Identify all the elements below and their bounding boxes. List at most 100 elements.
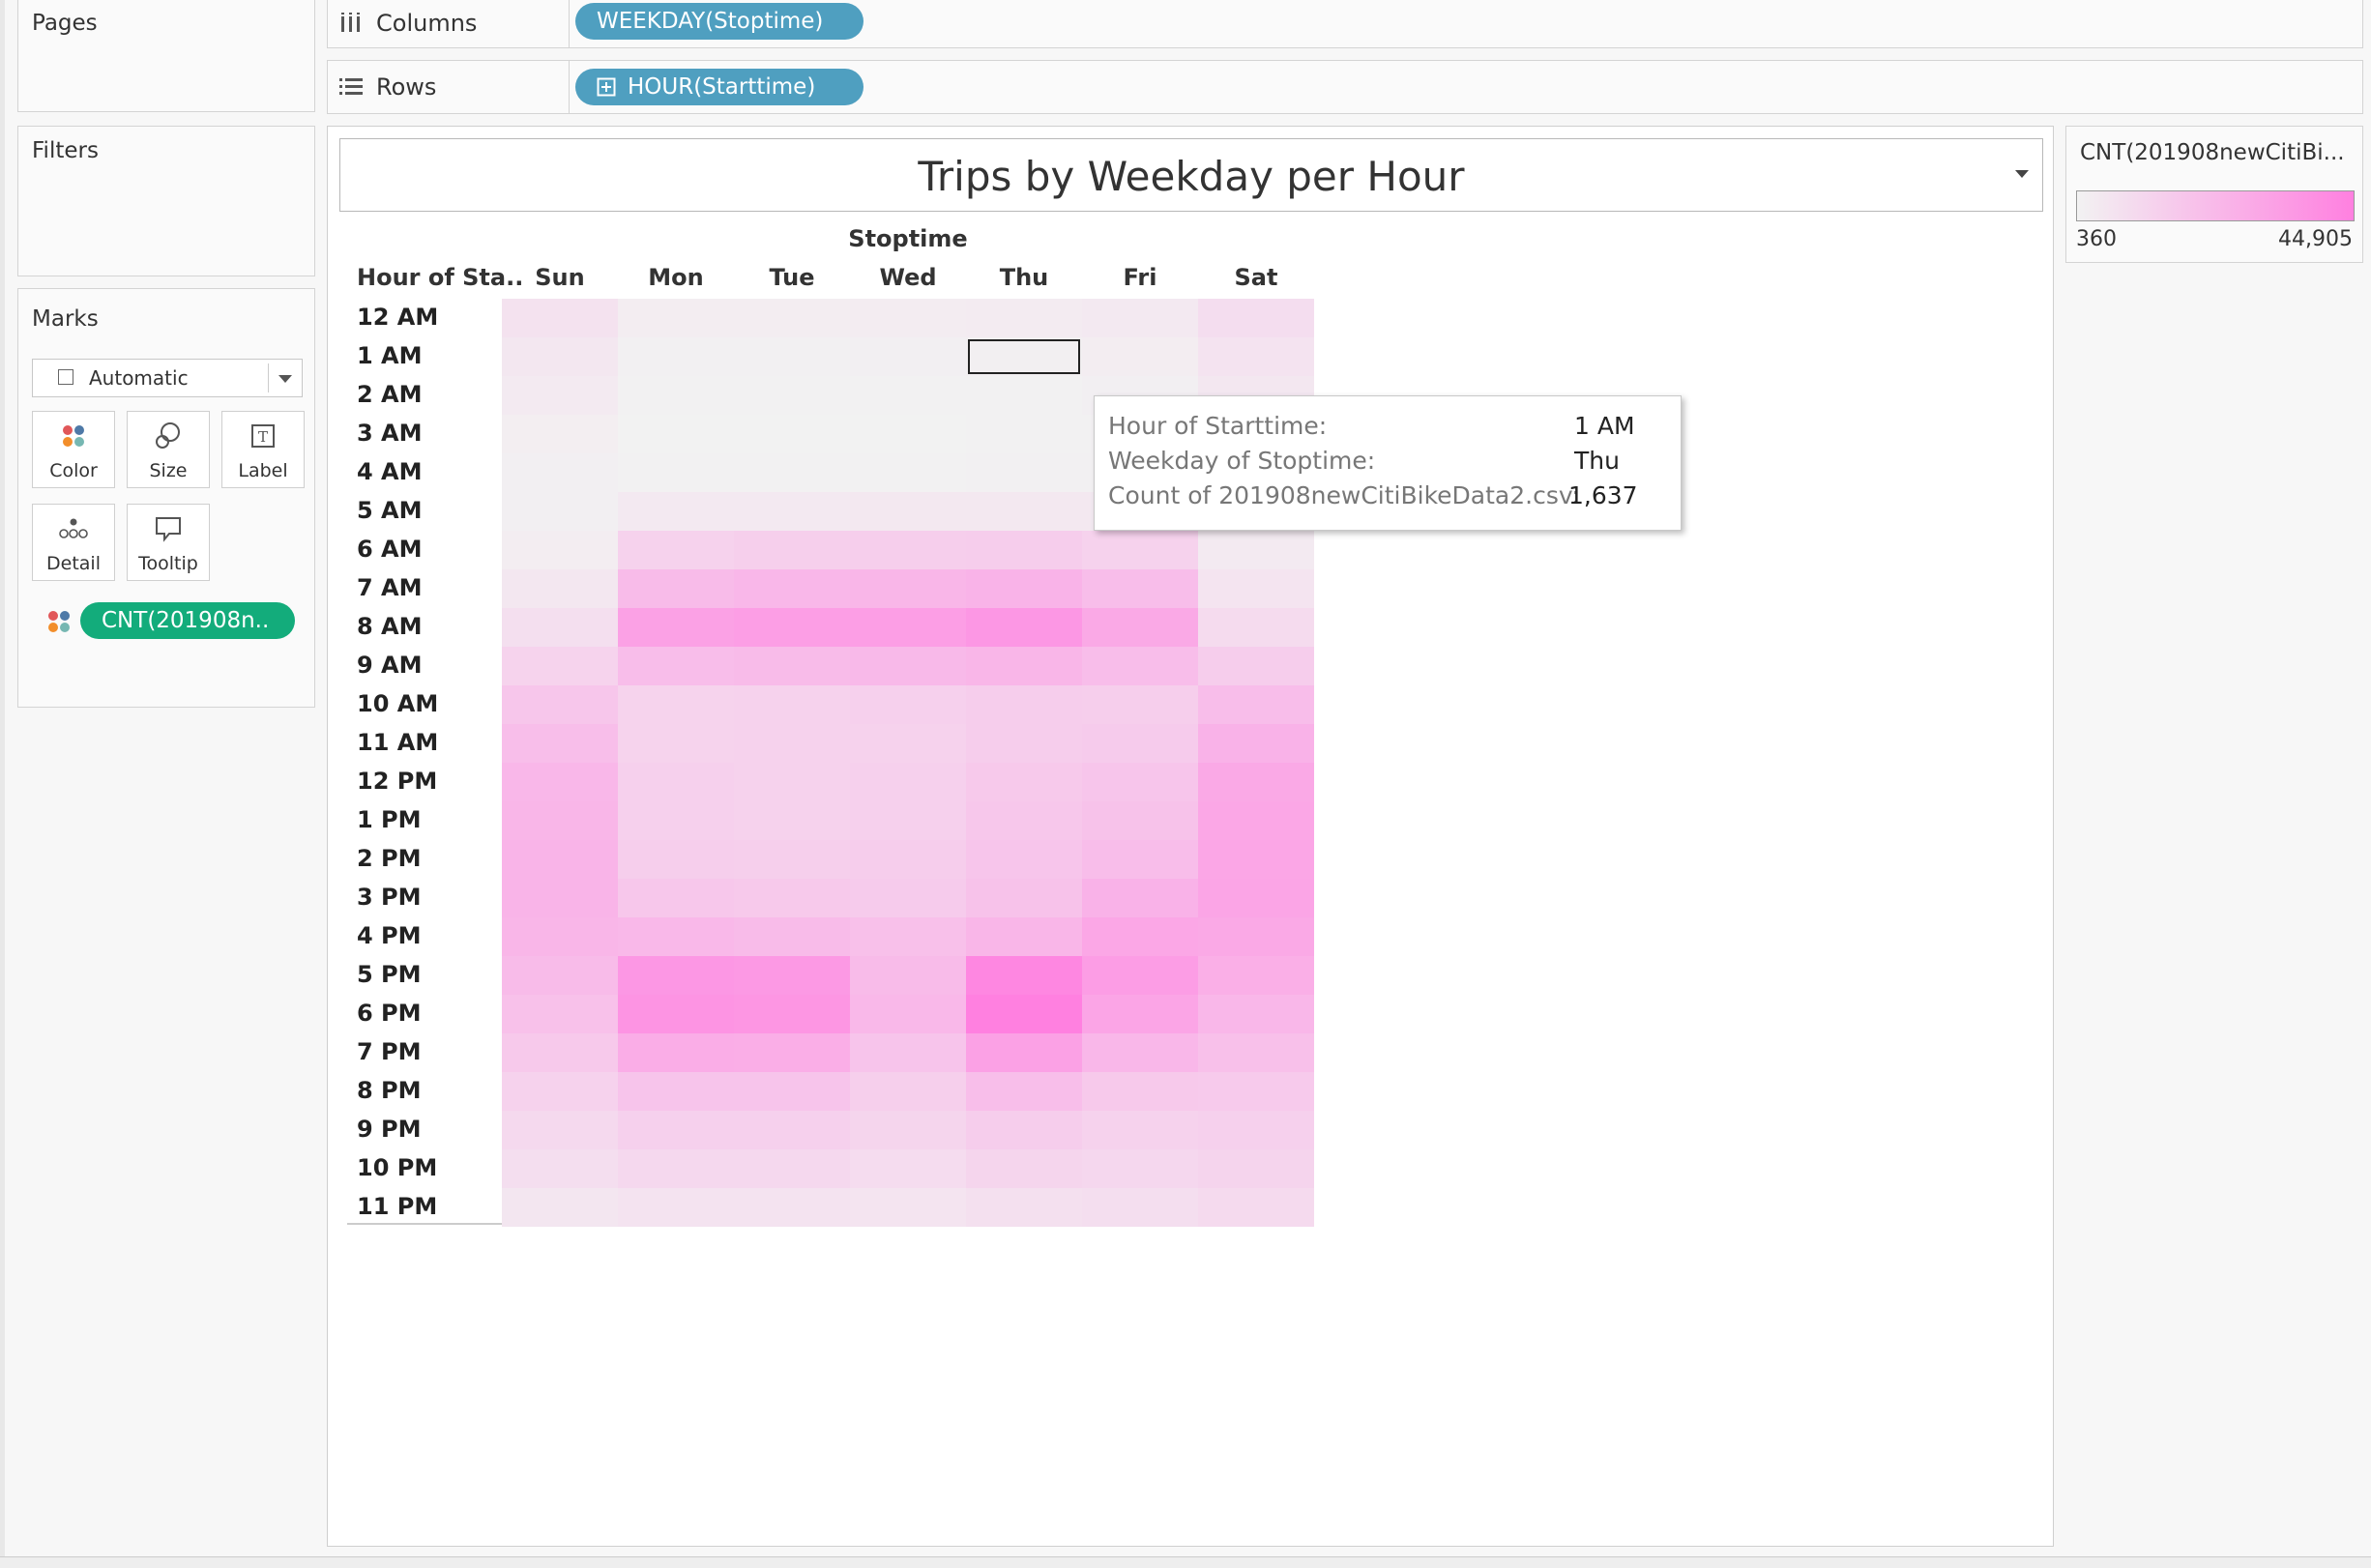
heatmap-cell[interactable]	[1198, 1188, 1314, 1227]
row-header-7-pm[interactable]: 7 PM	[357, 1038, 422, 1065]
heatmap-cell[interactable]	[734, 492, 850, 531]
row-header-11-pm[interactable]: 11 PM	[357, 1193, 437, 1220]
heatmap-cell[interactable]	[618, 917, 734, 956]
heatmap-cell[interactable]	[1082, 956, 1198, 995]
columns-field-pill[interactable]: WEEKDAY(Stoptime)	[575, 3, 864, 40]
heatmap-cell[interactable]	[1198, 956, 1314, 995]
heatmap-cell[interactable]	[1082, 569, 1198, 608]
heatmap-cell[interactable]	[850, 956, 966, 995]
heatmap-cell[interactable]	[850, 995, 966, 1033]
row-header-9-am[interactable]: 9 AM	[357, 652, 423, 679]
heatmap-cell[interactable]	[1198, 763, 1314, 801]
heatmap-cell[interactable]	[966, 376, 1082, 415]
row-header-10-am[interactable]: 10 AM	[357, 690, 438, 717]
heatmap-cell[interactable]	[850, 724, 966, 763]
heatmap-cell[interactable]	[1082, 299, 1198, 337]
heatmap-cell[interactable]	[502, 801, 618, 840]
heatmap-cell[interactable]	[734, 879, 850, 917]
heatmap-cell[interactable]	[1198, 840, 1314, 879]
row-header-9-pm[interactable]: 9 PM	[357, 1116, 422, 1143]
heatmap-cell[interactable]	[734, 415, 850, 453]
heatmap-cell[interactable]	[502, 376, 618, 415]
heatmap-cell[interactable]	[734, 724, 850, 763]
heatmap-cell[interactable]	[502, 1111, 618, 1149]
heatmap-cell[interactable]	[850, 337, 966, 376]
heatmap-cell[interactable]	[966, 995, 1082, 1033]
heatmap-cell[interactable]	[618, 492, 734, 531]
heatmap-cell[interactable]	[618, 376, 734, 415]
row-header-12-pm[interactable]: 12 PM	[357, 768, 437, 795]
heatmap-cell[interactable]	[1198, 1033, 1314, 1072]
detail-card[interactable]: Detail	[32, 504, 115, 581]
heatmap-cell[interactable]	[850, 763, 966, 801]
heatmap-cell[interactable]	[502, 840, 618, 879]
heatmap-cell[interactable]	[618, 299, 734, 337]
columns-shelf[interactable]: Columns WEEKDAY(Stoptime)	[327, 0, 2363, 48]
heatmap-cell[interactable]	[734, 569, 850, 608]
heatmap-cell[interactable]	[966, 724, 1082, 763]
heatmap-cell[interactable]	[734, 763, 850, 801]
row-header-8-pm[interactable]: 8 PM	[357, 1077, 422, 1104]
row-header-3-am[interactable]: 3 AM	[357, 420, 423, 447]
heatmap-cell[interactable]	[1198, 337, 1314, 376]
heatmap-cell[interactable]	[502, 453, 618, 492]
heatmap-cell[interactable]	[850, 1033, 966, 1072]
heatmap-cell[interactable]	[1198, 1149, 1314, 1188]
row-header-5-pm[interactable]: 5 PM	[357, 961, 422, 988]
heatmap-cell[interactable]	[618, 415, 734, 453]
heatmap-cell[interactable]	[734, 685, 850, 724]
row-header-5-am[interactable]: 5 AM	[357, 497, 423, 524]
heatmap-cell[interactable]	[734, 840, 850, 879]
heatmap-cell[interactable]	[966, 685, 1082, 724]
row-header-2-am[interactable]: 2 AM	[357, 381, 423, 408]
heatmap-cell[interactable]	[502, 569, 618, 608]
heatmap-cell[interactable]	[618, 453, 734, 492]
heatmap-cell[interactable]	[966, 299, 1082, 337]
heatmap-cell[interactable]	[966, 531, 1082, 569]
heatmap-cell[interactable]	[734, 337, 850, 376]
row-header-12-am[interactable]: 12 AM	[357, 304, 438, 331]
row-header-2-pm[interactable]: 2 PM	[357, 845, 422, 872]
tooltip-card[interactable]: Tooltip	[127, 504, 210, 581]
heatmap-cell[interactable]	[734, 376, 850, 415]
heatmap-cell[interactable]	[618, 724, 734, 763]
heatmap-cell[interactable]	[850, 453, 966, 492]
filters-panel[interactable]: Filters	[17, 126, 315, 276]
heatmap-cell[interactable]	[850, 299, 966, 337]
heatmap-cell[interactable]	[734, 801, 850, 840]
heatmap-cell[interactable]	[850, 685, 966, 724]
heatmap-cell[interactable]	[618, 1111, 734, 1149]
heatmap-cell-selected[interactable]	[966, 337, 1082, 376]
heatmap-cell[interactable]	[618, 531, 734, 569]
heatmap-cell[interactable]	[502, 1188, 618, 1227]
size-card[interactable]: Size	[127, 411, 210, 488]
heatmap-cell[interactable]	[502, 299, 618, 337]
row-header-10-pm[interactable]: 10 PM	[357, 1154, 437, 1181]
heatmap-cell[interactable]	[1198, 685, 1314, 724]
label-card[interactable]: T Label	[221, 411, 305, 488]
heatmap-cell[interactable]	[618, 956, 734, 995]
heatmap-cell[interactable]	[1082, 995, 1198, 1033]
heatmap-cell[interactable]	[966, 801, 1082, 840]
heatmap-cell[interactable]	[1082, 1033, 1198, 1072]
heatmap-cell[interactable]	[618, 647, 734, 685]
heatmap-cell[interactable]	[966, 453, 1082, 492]
heatmap-cell[interactable]	[1082, 917, 1198, 956]
heatmap-cell[interactable]	[1082, 801, 1198, 840]
heatmap-cell[interactable]	[966, 879, 1082, 917]
heatmap-cell[interactable]	[618, 1072, 734, 1111]
heatmap-cell[interactable]	[502, 337, 618, 376]
heatmap-cell[interactable]	[1082, 531, 1198, 569]
heatmap-cell[interactable]	[966, 763, 1082, 801]
heatmap-cell[interactable]	[850, 569, 966, 608]
column-header-tue[interactable]: Tue	[734, 264, 850, 291]
heatmap-cell[interactable]	[966, 1149, 1082, 1188]
heatmap-cell[interactable]	[1198, 1072, 1314, 1111]
heatmap-cell[interactable]	[966, 569, 1082, 608]
heatmap-cell[interactable]	[966, 1188, 1082, 1227]
heatmap-cell[interactable]	[850, 801, 966, 840]
heatmap-cell[interactable]	[966, 1033, 1082, 1072]
column-header-thu[interactable]: Thu	[966, 264, 1082, 291]
heatmap-cell[interactable]	[1082, 724, 1198, 763]
heatmap-cell[interactable]	[502, 879, 618, 917]
